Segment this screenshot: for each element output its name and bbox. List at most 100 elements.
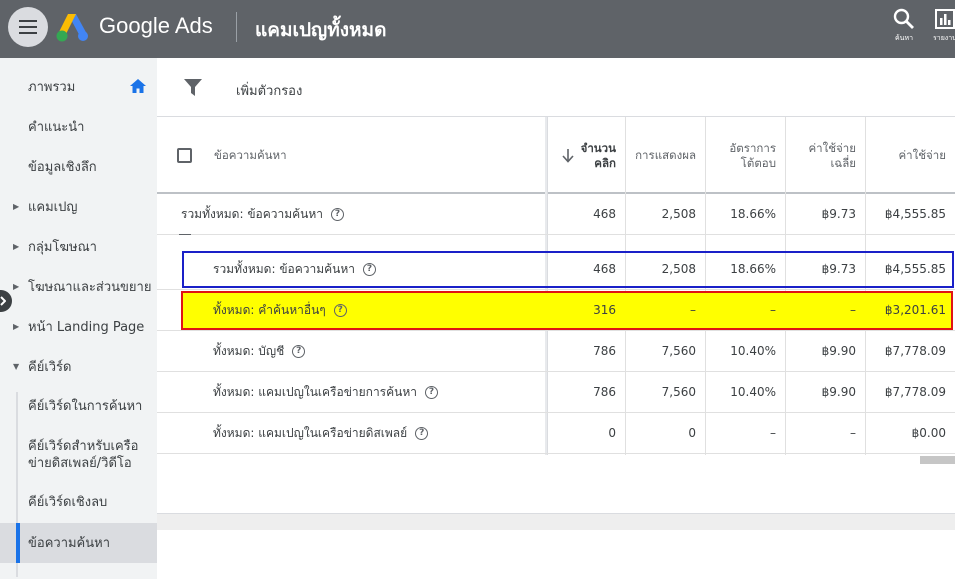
row-name: ทั้งหมด: บัญชี bbox=[213, 343, 285, 358]
sidebar-item-landing-pages[interactable]: ▶ หน้า Landing Page bbox=[0, 308, 157, 345]
sidebar-item-recommendations[interactable]: คำแนะนำ bbox=[0, 108, 157, 145]
sidebar-item-search-keywords[interactable]: คีย์เวิร์ดในการค้นหา bbox=[0, 388, 157, 425]
row-name-cell: ทั้งหมด: คำค้นหาอื่นๆ? bbox=[213, 290, 543, 330]
table-row-display-network-campaigns[interactable]: ทั้งหมด: แคมเปญในเครือข่ายดิสเพลย์? 0 0 … bbox=[157, 413, 955, 454]
sidebar-item-label: ข้อความค้นหา bbox=[28, 535, 111, 551]
column-header-impressions[interactable]: การแสดงผล bbox=[625, 117, 705, 194]
reports-tool-label: รายงาน bbox=[933, 34, 955, 42]
search-icon bbox=[893, 8, 914, 29]
row-name-cell: รวมทั้งหมด: ข้อความค้นหา? bbox=[181, 194, 541, 234]
sidebar-item-ads-extensions[interactable]: ▶ โฆษณาและส่วนขยาย bbox=[0, 268, 157, 305]
help-icon[interactable]: ? bbox=[415, 426, 429, 440]
cell-ctr: 18.66% bbox=[730, 207, 776, 221]
row-name: ทั้งหมด: แคมเปญในเครือข่ายการค้นหา bbox=[213, 384, 417, 399]
sidebar-item-label-line2: ข่ายดิสเพลย์/วิดีโอ bbox=[28, 456, 132, 471]
cell-clicks: 468 bbox=[593, 262, 616, 276]
column-header-search-term[interactable]: ข้อความค้นหา bbox=[214, 148, 287, 163]
help-icon[interactable]: ? bbox=[333, 303, 347, 317]
main-menu-button[interactable] bbox=[8, 7, 48, 47]
sidebar-item-keywords[interactable]: ▼ คีย์เวิร์ด bbox=[0, 348, 157, 385]
cell-ctr: 10.40% bbox=[730, 385, 776, 399]
row-name-cell: ทั้งหมด: แคมเปญในเครือข่ายดิสเพลย์? bbox=[213, 413, 543, 453]
sidebar-item-label: แคมเปญ bbox=[28, 200, 78, 215]
sidebar-item-campaigns[interactable]: ▶ แคมเปญ bbox=[0, 188, 157, 225]
caret-down-icon: ▼ bbox=[13, 362, 20, 371]
sidebar-item-label: กลุ่มโฆษณา bbox=[28, 240, 97, 255]
collapse-dash bbox=[179, 234, 191, 235]
table-row-total[interactable]: รวมทั้งหมด: ข้อความค้นหา? 468 2,508 18.6… bbox=[157, 194, 955, 235]
google-ads-logo-icon[interactable] bbox=[56, 12, 88, 42]
column-header-ctr[interactable]: อัตราการ โต้ตอบ bbox=[705, 117, 785, 194]
cell-cost: ฿4,555.85 bbox=[884, 207, 946, 221]
cell-cost: ฿0.00 bbox=[911, 426, 946, 440]
caret-right-icon: ▶ bbox=[13, 242, 20, 251]
cell-clicks: 0 bbox=[608, 426, 616, 440]
row-name-cell: ทั้งหมด: บัญชี? bbox=[213, 331, 543, 371]
cell-ctr: 18.66% bbox=[730, 262, 776, 276]
sidebar-item-display-video-keywords[interactable]: คีย์เวิร์ดสำหรับเครือ ข่ายดิสเพลย์/วิดีโ… bbox=[0, 430, 157, 480]
table-row-account[interactable]: ทั้งหมด: บัญชี? 786 7,560 10.40% ฿9.90 ฿… bbox=[157, 331, 955, 372]
help-icon[interactable]: ? bbox=[331, 207, 345, 221]
column-header-clicks[interactable]: จำนวน คลิก bbox=[548, 117, 625, 194]
column-header-ctr-line2: โต้ตอบ bbox=[740, 155, 776, 170]
cell-cost: ฿7,778.09 bbox=[884, 385, 946, 399]
table-row-other-search-terms[interactable]: ทั้งหมด: คำค้นหาอื่นๆ? 316 – – – ฿3,201.… bbox=[157, 290, 955, 331]
hamburger-icon bbox=[19, 20, 37, 34]
column-header-cost[interactable]: ค่าใช้จ่าย bbox=[865, 117, 955, 194]
sidebar-item-label: ข้อมูลเชิงลึก bbox=[28, 160, 97, 175]
column-header-avg-cpc[interactable]: ค่าใช้จ่าย เฉลี่ย bbox=[785, 117, 865, 194]
cell-avg-cpc: ฿9.73 bbox=[821, 262, 856, 276]
row-name: ทั้งหมด: แคมเปญในเครือข่ายดิสเพลย์ bbox=[213, 425, 408, 440]
sidebar-item-insights[interactable]: ข้อมูลเชิงลึก bbox=[0, 148, 157, 185]
cell-avg-cpc: – bbox=[850, 426, 856, 440]
reports-tool-button[interactable]: รายงาน bbox=[933, 8, 955, 44]
help-icon[interactable]: ? bbox=[363, 262, 377, 276]
row-name: รวมทั้งหมด: ข้อความค้นหา bbox=[213, 261, 356, 276]
row-name-cell: รวมทั้งหมด: ข้อความค้นหา? bbox=[213, 249, 543, 289]
help-icon[interactable]: ? bbox=[292, 344, 306, 358]
cell-clicks: 786 bbox=[593, 385, 616, 399]
home-icon bbox=[130, 79, 146, 93]
sidebar-item-label: คำแนะนำ bbox=[28, 120, 85, 135]
header-name-cell: ข้อความค้นหา bbox=[157, 117, 545, 194]
sidebar-item-label: ภาพรวม bbox=[28, 80, 76, 95]
sidebar-item-label: คีย์เวิร์ด bbox=[28, 360, 72, 375]
search-tool-button[interactable]: ค้นหา bbox=[893, 8, 915, 44]
cell-ctr: 10.40% bbox=[730, 344, 776, 358]
cell-impressions: 2,508 bbox=[661, 262, 696, 276]
sidebar-item-label: คีย์เวิร์ดในการค้นหา bbox=[28, 399, 143, 414]
caret-right-icon: ▶ bbox=[13, 282, 20, 291]
table-body: รวมทั้งหมด: ข้อความค้นหา? 468 2,508 18.6… bbox=[157, 194, 955, 532]
header-divider bbox=[236, 12, 237, 42]
cell-avg-cpc: – bbox=[850, 303, 856, 317]
sidebar-item-negative-keywords[interactable]: คีย์เวิร์ดเชิงลบ bbox=[0, 484, 157, 521]
cell-avg-cpc: ฿9.90 bbox=[821, 344, 856, 358]
row-name: รวมทั้งหมด: ข้อความค้นหา bbox=[181, 206, 324, 221]
row-name: ทั้งหมด: คำค้นหาอื่นๆ bbox=[213, 302, 326, 317]
sidebar-item-search-terms[interactable]: ข้อความค้นหา bbox=[0, 523, 157, 563]
table-header: ข้อความค้นหา จำนวน คลิก การแสดงผล อัตรากา… bbox=[157, 117, 955, 194]
app-header: Google Ads แคมเปญทั้งหมด ค้นหา รายงาน bbox=[0, 0, 955, 58]
cell-cost: ฿7,778.09 bbox=[884, 344, 946, 358]
select-all-checkbox[interactable] bbox=[177, 148, 192, 163]
cell-ctr: – bbox=[770, 303, 776, 317]
column-header-avg-cpc-line2: เฉลี่ย bbox=[830, 155, 856, 170]
caret-right-icon: ▶ bbox=[13, 322, 20, 331]
cell-clicks: 468 bbox=[593, 207, 616, 221]
filter-icon[interactable] bbox=[184, 79, 202, 96]
cell-impressions: 2,508 bbox=[661, 207, 696, 221]
sidebar-item-ad-groups[interactable]: ▶ กลุ่มโฆษณา bbox=[0, 228, 157, 265]
search-terms-table: ข้อความค้นหา จำนวน คลิก การแสดงผล อัตรากา… bbox=[157, 117, 955, 455]
column-header-clicks-line1: จำนวน bbox=[580, 140, 616, 155]
help-icon[interactable]: ? bbox=[425, 385, 438, 399]
add-filter-button[interactable]: เพิ่มตัวกรอง bbox=[236, 80, 302, 101]
cell-impressions: – bbox=[690, 303, 696, 317]
sidebar-item-label: โฆษณาและส่วนขยาย bbox=[28, 280, 152, 295]
sidebar-item-overview[interactable]: ภาพรวม bbox=[0, 68, 157, 105]
cell-ctr: – bbox=[770, 426, 776, 440]
table-row-total-search-terms[interactable]: รวมทั้งหมด: ข้อความค้นหา? 468 2,508 18.6… bbox=[157, 249, 955, 290]
caret-right-icon: ▶ bbox=[13, 202, 20, 211]
column-header-avg-cpc-line1: ค่าใช้จ่าย bbox=[808, 140, 856, 155]
sidebar-item-label-line1: คีย์เวิร์ดสำหรับเครือ bbox=[28, 439, 139, 454]
table-row-search-network-campaigns[interactable]: ทั้งหมด: แคมเปญในเครือข่ายการค้นหา? 786 … bbox=[157, 372, 955, 413]
